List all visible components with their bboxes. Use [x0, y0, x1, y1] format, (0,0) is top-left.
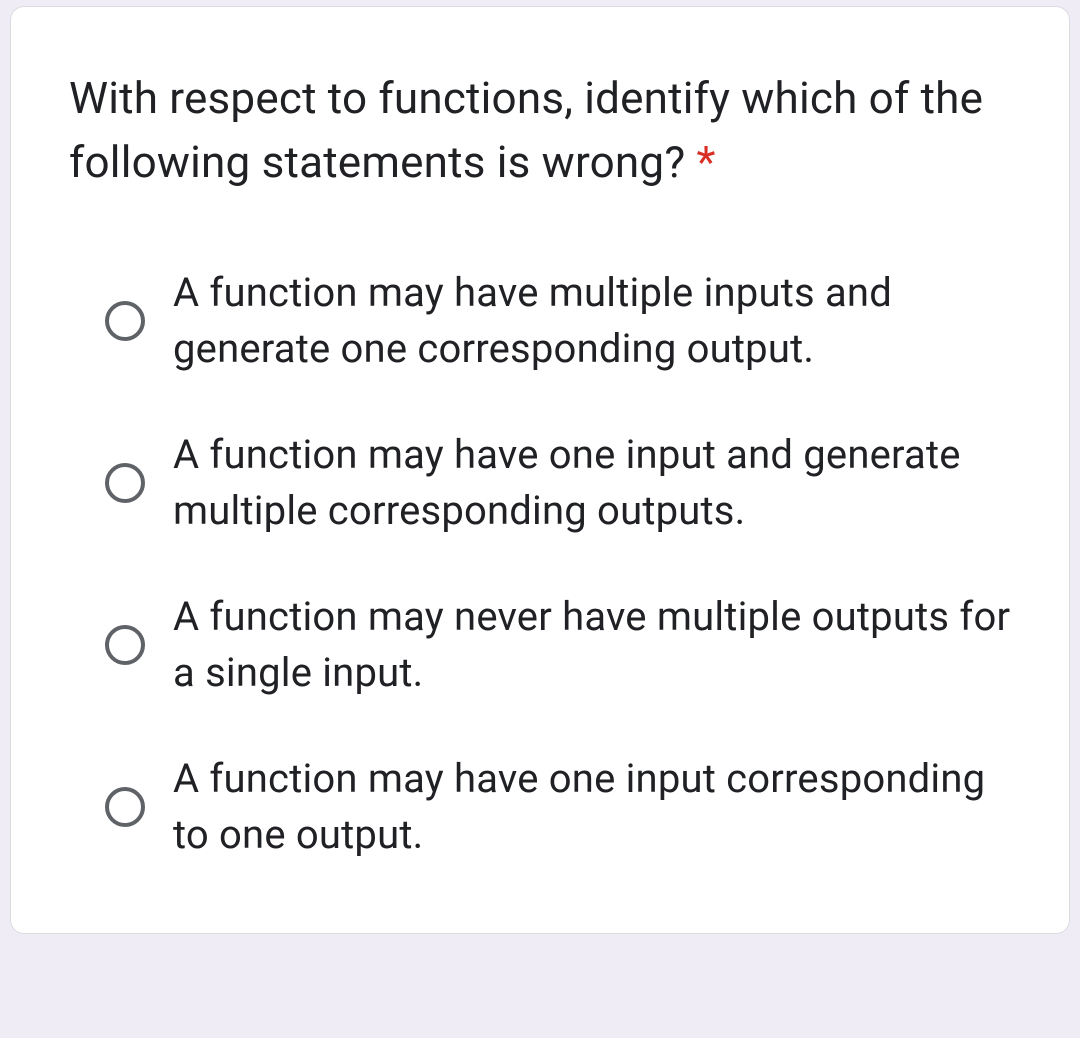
option-label: A function may never have multiple outpu… [173, 589, 1011, 701]
option-label: A function may have one input and genera… [173, 427, 1011, 539]
required-asterisk: * [685, 136, 715, 188]
radio-icon [105, 625, 145, 665]
radio-icon [105, 463, 145, 503]
option-4[interactable]: A function may have one input correspond… [105, 751, 1011, 863]
question-card: With respect to functions, identify whic… [10, 6, 1070, 934]
question-title: With respect to functions, identify whic… [69, 67, 1011, 195]
options-group: A function may have multiple inputs and … [69, 265, 1011, 863]
option-label: A function may have multiple inputs and … [173, 265, 1011, 377]
radio-icon [105, 787, 145, 827]
option-3[interactable]: A function may never have multiple outpu… [105, 589, 1011, 701]
option-1[interactable]: A function may have multiple inputs and … [105, 265, 1011, 377]
question-text: With respect to functions, identify whic… [69, 72, 983, 188]
option-2[interactable]: A function may have one input and genera… [105, 427, 1011, 539]
radio-icon [105, 301, 145, 341]
option-label: A function may have one input correspond… [173, 751, 1011, 863]
